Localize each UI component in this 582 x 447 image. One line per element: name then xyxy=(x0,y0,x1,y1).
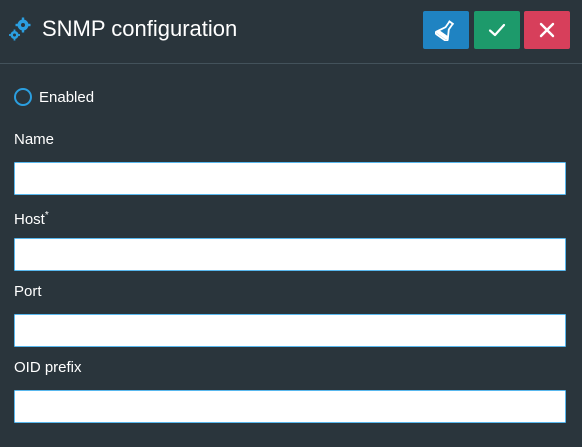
gears-icon xyxy=(9,17,31,41)
save-button[interactable] xyxy=(474,11,520,49)
dialog-title: SNMP configuration xyxy=(42,16,238,41)
port-label: Port xyxy=(14,283,42,300)
host-input[interactable] xyxy=(14,238,566,271)
dialog-header: SNMP configuration xyxy=(0,0,582,64)
oid-prefix-label: OID prefix xyxy=(14,359,82,376)
oid-prefix-input[interactable] xyxy=(14,390,566,423)
name-input[interactable] xyxy=(14,162,566,195)
cancel-button[interactable] xyxy=(524,11,570,49)
check-icon xyxy=(488,23,506,37)
host-label-text: Host xyxy=(14,211,45,228)
test-button[interactable] xyxy=(423,11,469,49)
required-marker: * xyxy=(44,210,49,221)
enabled-radio[interactable] xyxy=(14,88,32,106)
host-label: Host* xyxy=(14,207,49,229)
enabled-label: Enabled xyxy=(39,88,95,106)
snmp-configuration-dialog: SNMP configuration Enabled Name Host* Po… xyxy=(0,0,582,447)
flask-icon xyxy=(435,20,455,41)
close-icon xyxy=(539,22,555,38)
name-label: Name xyxy=(14,131,55,148)
enabled-toggle[interactable]: Enabled xyxy=(14,86,94,108)
port-input[interactable] xyxy=(14,314,566,347)
